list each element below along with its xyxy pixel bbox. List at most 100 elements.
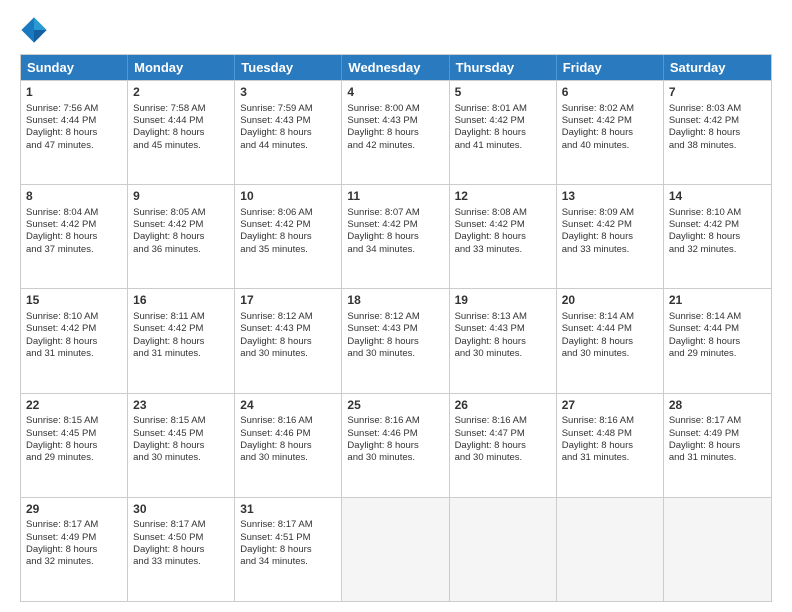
day-info-line: Sunrise: 8:14 AM xyxy=(562,311,658,323)
day-info-line: and 29 minutes. xyxy=(669,348,766,360)
calendar-day-6: 6Sunrise: 8:02 AMSunset: 4:42 PMDaylight… xyxy=(557,81,664,184)
calendar: SundayMondayTuesdayWednesdayThursdayFrid… xyxy=(20,54,772,602)
day-info-line: Sunset: 4:42 PM xyxy=(240,219,336,231)
weekday-header-sunday: Sunday xyxy=(21,55,128,80)
day-info-line: and 35 minutes. xyxy=(240,244,336,256)
day-info-line: Sunset: 4:43 PM xyxy=(347,323,443,335)
day-number: 26 xyxy=(455,398,551,414)
day-info-line: Daylight: 8 hours xyxy=(455,127,551,139)
day-info-line: Daylight: 8 hours xyxy=(669,336,766,348)
day-info-line: Daylight: 8 hours xyxy=(347,336,443,348)
day-info-line: Sunset: 4:43 PM xyxy=(240,115,336,127)
day-info-line: Daylight: 8 hours xyxy=(562,231,658,243)
day-info-line: Sunrise: 8:12 AM xyxy=(347,311,443,323)
day-info-line: Daylight: 8 hours xyxy=(133,127,229,139)
day-info-line: Sunrise: 8:17 AM xyxy=(26,519,122,531)
day-info-line: and 30 minutes. xyxy=(240,348,336,360)
day-info-line: Sunset: 4:43 PM xyxy=(347,115,443,127)
day-info-line: Sunset: 4:48 PM xyxy=(562,428,658,440)
day-info-line: Sunset: 4:42 PM xyxy=(455,219,551,231)
day-info-line: Daylight: 8 hours xyxy=(669,440,766,452)
calendar-day-empty xyxy=(342,498,449,601)
day-info-line: and 37 minutes. xyxy=(26,244,122,256)
day-info-line: and 47 minutes. xyxy=(26,140,122,152)
day-info-line: Sunrise: 8:17 AM xyxy=(240,519,336,531)
day-info-line: Sunset: 4:44 PM xyxy=(669,323,766,335)
day-info-line: Sunrise: 8:16 AM xyxy=(455,415,551,427)
calendar-week-1: 1Sunrise: 7:56 AMSunset: 4:44 PMDaylight… xyxy=(21,80,771,184)
day-info-line: Daylight: 8 hours xyxy=(347,231,443,243)
day-info-line: Sunrise: 8:15 AM xyxy=(26,415,122,427)
weekday-header-wednesday: Wednesday xyxy=(342,55,449,80)
day-number: 8 xyxy=(26,189,122,205)
day-info-line: Sunset: 4:49 PM xyxy=(26,532,122,544)
day-number: 30 xyxy=(133,502,229,518)
day-info-line: Sunset: 4:46 PM xyxy=(347,428,443,440)
day-info-line: Daylight: 8 hours xyxy=(240,336,336,348)
calendar-day-30: 30Sunrise: 8:17 AMSunset: 4:50 PMDayligh… xyxy=(128,498,235,601)
day-info-line: Sunset: 4:44 PM xyxy=(133,115,229,127)
day-info-line: and 33 minutes. xyxy=(455,244,551,256)
day-number: 25 xyxy=(347,398,443,414)
day-info-line: Sunrise: 8:01 AM xyxy=(455,103,551,115)
day-number: 27 xyxy=(562,398,658,414)
day-info-line: Sunrise: 8:00 AM xyxy=(347,103,443,115)
day-info-line: and 32 minutes. xyxy=(669,244,766,256)
calendar-day-17: 17Sunrise: 8:12 AMSunset: 4:43 PMDayligh… xyxy=(235,289,342,392)
day-info-line: Daylight: 8 hours xyxy=(562,336,658,348)
calendar-day-11: 11Sunrise: 8:07 AMSunset: 4:42 PMDayligh… xyxy=(342,185,449,288)
day-info-line: Sunset: 4:50 PM xyxy=(133,532,229,544)
day-info-line: Daylight: 8 hours xyxy=(562,440,658,452)
day-info-line: Sunset: 4:46 PM xyxy=(240,428,336,440)
day-info-line: Sunset: 4:42 PM xyxy=(26,323,122,335)
calendar-week-2: 8Sunrise: 8:04 AMSunset: 4:42 PMDaylight… xyxy=(21,184,771,288)
day-info-line: and 31 minutes. xyxy=(562,452,658,464)
day-info-line: Sunrise: 7:59 AM xyxy=(240,103,336,115)
calendar-day-empty xyxy=(664,498,771,601)
calendar-day-20: 20Sunrise: 8:14 AMSunset: 4:44 PMDayligh… xyxy=(557,289,664,392)
day-info-line: and 41 minutes. xyxy=(455,140,551,152)
day-info-line: Daylight: 8 hours xyxy=(240,544,336,556)
calendar-day-27: 27Sunrise: 8:16 AMSunset: 4:48 PMDayligh… xyxy=(557,394,664,497)
calendar-day-18: 18Sunrise: 8:12 AMSunset: 4:43 PMDayligh… xyxy=(342,289,449,392)
day-info-line: Sunset: 4:42 PM xyxy=(133,323,229,335)
day-info-line: Sunrise: 8:16 AM xyxy=(240,415,336,427)
day-info-line: and 30 minutes. xyxy=(133,452,229,464)
day-info-line: and 30 minutes. xyxy=(347,348,443,360)
day-number: 29 xyxy=(26,502,122,518)
day-info-line: Sunset: 4:42 PM xyxy=(347,219,443,231)
day-info-line: Sunrise: 8:10 AM xyxy=(669,207,766,219)
day-info-line: Sunset: 4:45 PM xyxy=(26,428,122,440)
calendar-day-7: 7Sunrise: 8:03 AMSunset: 4:42 PMDaylight… xyxy=(664,81,771,184)
day-info-line: Daylight: 8 hours xyxy=(26,336,122,348)
day-info-line: Sunset: 4:42 PM xyxy=(455,115,551,127)
day-info-line: Daylight: 8 hours xyxy=(133,336,229,348)
calendar-day-4: 4Sunrise: 8:00 AMSunset: 4:43 PMDaylight… xyxy=(342,81,449,184)
weekday-header-thursday: Thursday xyxy=(450,55,557,80)
day-info-line: Sunset: 4:43 PM xyxy=(240,323,336,335)
day-number: 20 xyxy=(562,293,658,309)
calendar-week-4: 22Sunrise: 8:15 AMSunset: 4:45 PMDayligh… xyxy=(21,393,771,497)
calendar-day-10: 10Sunrise: 8:06 AMSunset: 4:42 PMDayligh… xyxy=(235,185,342,288)
day-number: 13 xyxy=(562,189,658,205)
day-info-line: and 30 minutes. xyxy=(562,348,658,360)
calendar-day-22: 22Sunrise: 8:15 AMSunset: 4:45 PMDayligh… xyxy=(21,394,128,497)
day-number: 28 xyxy=(669,398,766,414)
day-number: 14 xyxy=(669,189,766,205)
day-info-line: Daylight: 8 hours xyxy=(240,440,336,452)
day-info-line: Sunset: 4:42 PM xyxy=(562,219,658,231)
day-info-line: and 31 minutes. xyxy=(133,348,229,360)
calendar-day-3: 3Sunrise: 7:59 AMSunset: 4:43 PMDaylight… xyxy=(235,81,342,184)
day-info-line: Daylight: 8 hours xyxy=(347,127,443,139)
day-info-line: Daylight: 8 hours xyxy=(669,231,766,243)
day-info-line: Daylight: 8 hours xyxy=(455,336,551,348)
calendar-day-5: 5Sunrise: 8:01 AMSunset: 4:42 PMDaylight… xyxy=(450,81,557,184)
day-info-line: Daylight: 8 hours xyxy=(133,231,229,243)
calendar-day-31: 31Sunrise: 8:17 AMSunset: 4:51 PMDayligh… xyxy=(235,498,342,601)
day-info-line: Sunset: 4:51 PM xyxy=(240,532,336,544)
day-info-line: Daylight: 8 hours xyxy=(240,231,336,243)
day-info-line: and 38 minutes. xyxy=(669,140,766,152)
day-info-line: Sunset: 4:42 PM xyxy=(133,219,229,231)
logo xyxy=(20,16,52,44)
calendar-day-9: 9Sunrise: 8:05 AMSunset: 4:42 PMDaylight… xyxy=(128,185,235,288)
